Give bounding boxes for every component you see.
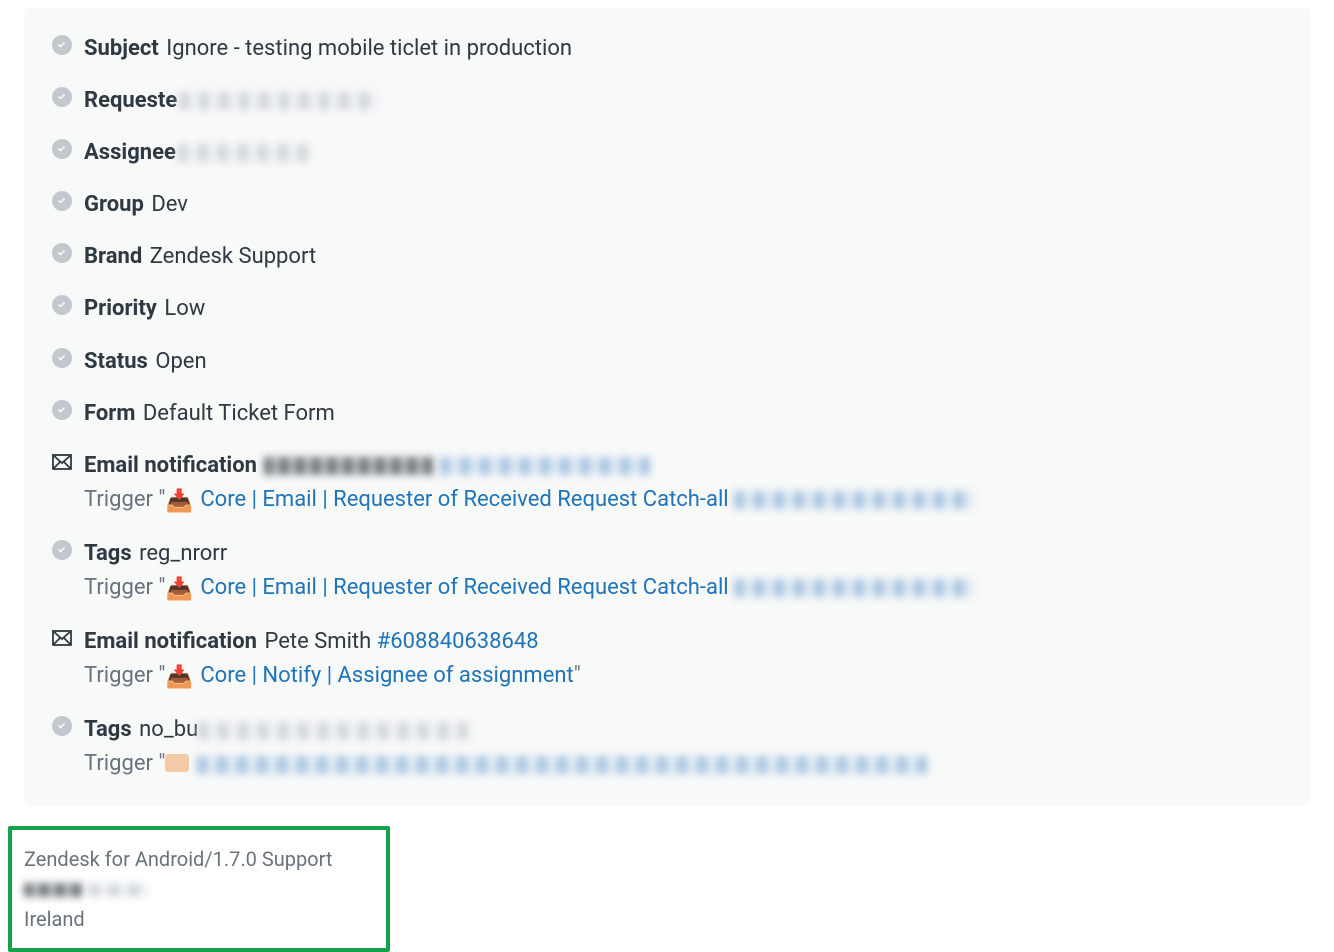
client-info-box: Zendesk for Android/1.7.0 Support Irelan…: [8, 826, 390, 952]
brand-row: Brand Zendesk Support: [52, 240, 1282, 274]
check-icon: [52, 139, 72, 159]
subject-row: Subject Ignore - testing mobile ticlet i…: [52, 32, 1282, 66]
redacted-text: [198, 722, 468, 740]
redacted-text: [734, 491, 974, 509]
trigger-line: Trigger "📥 Core | Email | Requester of R…: [84, 571, 1282, 607]
trigger-prefix: Trigger ": [84, 663, 165, 688]
check-icon: [52, 87, 72, 107]
redacted-text: [179, 92, 379, 110]
client-redacted-line: [24, 874, 374, 904]
check-icon: [52, 348, 72, 368]
form-row: Form Default Ticket Form: [52, 397, 1282, 431]
tags-value-partial: no_bu: [139, 717, 198, 742]
inbox-emoji-icon: 📥: [165, 661, 192, 695]
trigger-prefix: Trigger ": [84, 575, 165, 600]
assignee-label: Assignee: [84, 140, 176, 165]
email-notification-row: Email notification Pete Smith #608840638…: [52, 625, 1282, 695]
assignee-row: Assignee: [52, 136, 1282, 170]
client-location-line: Ireland: [24, 904, 374, 934]
redacted-text: [264, 457, 434, 475]
redacted-text: [440, 457, 650, 475]
inbox-emoji-icon: 📥: [165, 573, 192, 607]
check-icon: [52, 295, 72, 315]
trigger-prefix: Trigger ": [84, 487, 165, 512]
priority-value: Low: [164, 296, 205, 321]
check-icon: [52, 716, 72, 736]
form-value: Default Ticket Form: [143, 401, 335, 426]
subject-label: Subject: [84, 36, 159, 61]
trigger-link[interactable]: 📥 Core | Notify | Assignee of assignment: [165, 663, 573, 688]
group-value: Dev: [151, 192, 188, 217]
trigger-link[interactable]: 📥 Core | Email | Requester of Received R…: [165, 487, 728, 512]
trigger-line: Trigger "📥 Core | Notify | Assignee of a…: [84, 659, 1282, 695]
trigger-line: Trigger ": [84, 747, 1282, 781]
recipient-name: Pete Smith: [264, 629, 371, 654]
trigger-prefix: Trigger ": [84, 751, 165, 776]
trigger-line: Trigger "📥 Core | Email | Requester of R…: [84, 483, 1282, 519]
priority-label: Priority: [84, 296, 157, 321]
redacted-text: [197, 756, 927, 774]
redacted-text: [734, 579, 974, 597]
brand-label: Brand: [84, 244, 142, 269]
check-icon: [52, 191, 72, 211]
brand-value: Zendesk Support: [150, 244, 316, 269]
tags-row: Tags reg_nrorr Trigger "📥 Core | Email |…: [52, 537, 1282, 607]
tags-label: Tags: [84, 541, 132, 566]
check-icon: [52, 243, 72, 263]
tags-row: Tags no_bu Trigger ": [52, 713, 1282, 781]
tag-emoji-icon: [165, 754, 189, 772]
email-notification-row: Email notification Trigger "📥 Core | Ema…: [52, 449, 1282, 519]
tags-label: Tags: [84, 717, 132, 742]
check-icon: [52, 540, 72, 560]
trigger-suffix: ": [574, 663, 581, 688]
inbox-emoji-icon: 📥: [165, 485, 192, 519]
ticket-id-link[interactable]: #608840638648: [377, 629, 539, 654]
client-app-line: Zendesk for Android/1.7.0 Support: [24, 844, 374, 874]
form-label: Form: [84, 401, 135, 426]
tags-value: reg_nrorr: [139, 541, 227, 566]
trigger-link[interactable]: 📥 Core | Email | Requester of Received R…: [165, 575, 728, 600]
requester-row: Requeste: [52, 84, 1282, 118]
redacted-text: [178, 144, 308, 162]
status-value: Open: [155, 349, 206, 374]
email-icon: [52, 628, 72, 648]
group-row: Group Dev: [52, 188, 1282, 222]
email-icon: [52, 452, 72, 472]
status-row: Status Open: [52, 345, 1282, 379]
email-notification-label: Email notification: [84, 629, 257, 654]
priority-row: Priority Low: [52, 292, 1282, 326]
check-icon: [52, 400, 72, 420]
check-icon: [52, 35, 72, 55]
ticket-events-panel: Subject Ignore - testing mobile ticlet i…: [24, 8, 1310, 806]
subject-value: Ignore - testing mobile ticlet in produc…: [166, 36, 572, 61]
email-notification-label: Email notification: [84, 453, 257, 478]
requester-label: Requeste: [84, 88, 177, 113]
group-label: Group: [84, 192, 144, 217]
status-label: Status: [84, 349, 148, 374]
